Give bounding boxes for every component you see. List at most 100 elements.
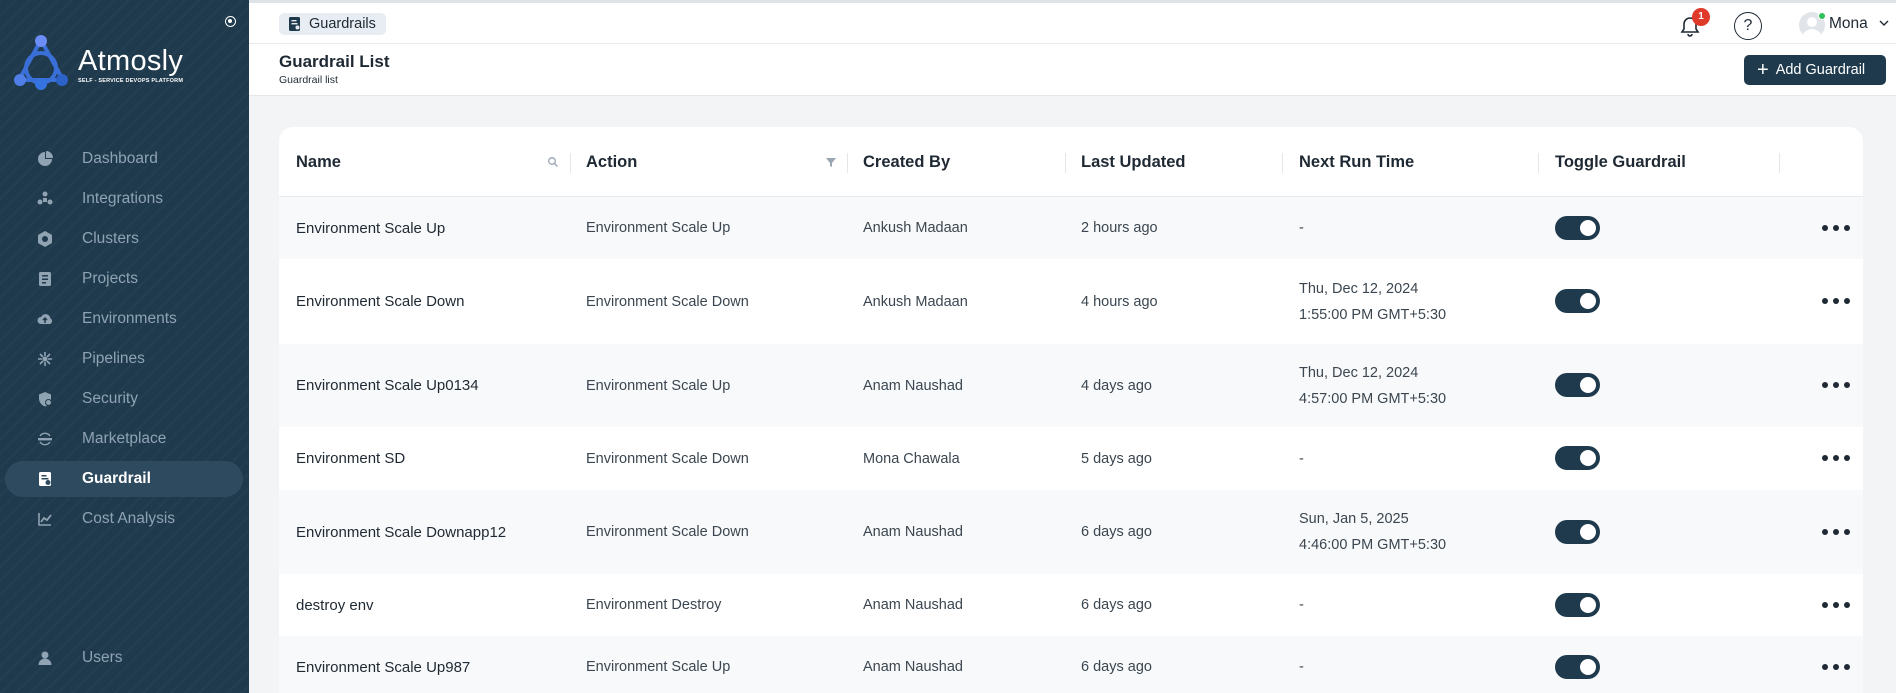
guardrail-toggle[interactable]	[1555, 520, 1600, 544]
cell-created-by: Mona Chawala	[863, 450, 960, 467]
table-row[interactable]: Environment SD Environment Scale Down Mo…	[279, 427, 1863, 490]
cell-last-updated: 6 days ago	[1081, 659, 1152, 675]
projects-icon	[37, 271, 53, 287]
cell-next-run: Sun, Jan 5, 2025 4:46:00 PM GMT+5:30	[1299, 490, 1446, 574]
more-options-icon[interactable]	[1822, 381, 1850, 389]
atmosly-logo-icon	[14, 35, 68, 90]
table-row[interactable]: Environment Scale Downapp12 Environment …	[279, 490, 1863, 574]
cell-created-by: Anam Naushad	[863, 524, 963, 540]
more-options-icon[interactable]	[1822, 663, 1850, 671]
more-options-icon[interactable]	[1822, 528, 1850, 536]
column-divider[interactable]	[1282, 153, 1283, 173]
sidebar-item-dashboard[interactable]: Dashboard	[5, 141, 243, 177]
more-options-icon[interactable]	[1822, 454, 1850, 462]
cell-name[interactable]: Environment Scale Up987	[296, 636, 470, 693]
helm-icon	[37, 431, 53, 447]
cell-name[interactable]: Environment Scale Downapp12	[296, 490, 506, 574]
pin-sidebar-icon[interactable]	[225, 16, 236, 27]
user-name[interactable]: Mona	[1829, 15, 1868, 33]
column-header-name[interactable]: Name	[296, 127, 341, 197]
column-divider[interactable]	[1065, 153, 1066, 173]
sidebar-item-environments[interactable]: Environments	[5, 301, 243, 337]
table-row[interactable]: Environment Scale Down Environment Scale…	[279, 259, 1863, 344]
column-divider[interactable]	[570, 153, 571, 173]
sidebar-item-label: Marketplace	[82, 430, 167, 447]
cell-last-updated: 6 days ago	[1081, 524, 1152, 540]
pipelines-icon	[37, 351, 53, 367]
column-divider[interactable]	[1538, 153, 1539, 173]
table-header: Name Action Created By Last Updated Next…	[279, 127, 1863, 197]
users-icon	[37, 650, 53, 666]
help-button[interactable]: ?	[1734, 12, 1762, 40]
column-header-last-updated[interactable]: Last Updated	[1081, 127, 1186, 197]
more-options-icon[interactable]	[1822, 224, 1850, 232]
guardrail-toggle[interactable]	[1555, 446, 1600, 470]
sidebar-item-label: Pipelines	[82, 350, 145, 367]
search-icon[interactable]	[547, 156, 559, 168]
column-header-next-run-time[interactable]: Next Run Time	[1299, 127, 1414, 197]
shield-icon	[37, 391, 53, 407]
table-row[interactable]: Environment Scale Up0134 Environment Sca…	[279, 344, 1863, 427]
table-row[interactable]: destroy env Environment Destroy Anam Nau…	[279, 574, 1863, 636]
chevron-down-icon[interactable]	[1878, 17, 1890, 29]
sidebar-item-label: Guardrail	[82, 470, 151, 487]
cell-next-run: -	[1299, 220, 1304, 236]
sidebar-item-security[interactable]: Security	[5, 381, 243, 417]
filter-icon[interactable]	[825, 156, 837, 168]
next-run-date: Thu, Dec 12, 2024	[1299, 280, 1419, 297]
breadcrumb-label: Guardrails	[309, 16, 376, 32]
cell-last-updated: 4 days ago	[1081, 377, 1152, 394]
sidebar-item-guardrail[interactable]: Guardrail	[5, 461, 243, 497]
sidebar-item-integrations[interactable]: Integrations	[5, 181, 243, 217]
next-run-time: 4:46:00 PM GMT+5:30	[1299, 537, 1447, 553]
column-header-toggle-guardrail[interactable]: Toggle Guardrail	[1555, 127, 1686, 197]
next-run-date: Sun, Jan 5, 2025	[1299, 511, 1409, 527]
cell-name[interactable]: Environment Scale Up0134	[296, 344, 479, 427]
cell-name[interactable]: destroy env	[296, 574, 374, 636]
guardrail-table: Name Action Created By Last Updated Next…	[279, 127, 1863, 693]
dashboard-icon	[37, 151, 53, 167]
cell-action: Environment Destroy	[586, 597, 722, 613]
add-guardrail-button[interactable]: + Add Guardrail	[1744, 55, 1886, 85]
cell-action: Environment Scale Down	[586, 524, 749, 540]
cost-analysis-icon	[37, 511, 53, 527]
sidebar-item-users[interactable]: Users	[5, 640, 243, 676]
page-header: Guardrail List Guardrail list + Add Guar…	[249, 44, 1896, 96]
guardrail-toggle[interactable]	[1555, 373, 1600, 397]
brand[interactable]: Atmosly SELF - SERVICE DEVOPS PLATFORM	[12, 34, 183, 94]
cell-created-by: Anam Naushad	[863, 659, 963, 675]
guardrail-toggle[interactable]	[1555, 655, 1600, 679]
cell-next-run: Thu, Dec 12, 2024 4:57:00 PM GMT+5:30	[1299, 344, 1446, 427]
table-row[interactable]: Environment Scale Up987 Environment Scal…	[279, 636, 1863, 693]
guardrail-toggle[interactable]	[1555, 593, 1600, 617]
cell-name[interactable]: Environment Scale Up	[296, 197, 445, 259]
sidebar-item-label: Cost Analysis	[82, 510, 176, 527]
brand-text: Atmosly SELF - SERVICE DEVOPS PLATFORM	[78, 45, 183, 84]
more-options-icon[interactable]	[1822, 601, 1850, 609]
sidebar-item-clusters[interactable]: Clusters	[5, 221, 243, 257]
cell-last-updated: 5 days ago	[1081, 450, 1152, 467]
cell-action: Environment Scale Up	[586, 377, 731, 394]
table-row[interactable]: Environment Scale Up Environment Scale U…	[279, 197, 1863, 259]
next-run-time: 4:57:00 PM GMT+5:30	[1299, 390, 1447, 407]
guardrail-icon	[37, 471, 53, 487]
guardrail-toggle[interactable]	[1555, 216, 1600, 240]
guardrail-toggle[interactable]	[1555, 289, 1600, 313]
cell-name[interactable]: Environment SD	[296, 427, 405, 490]
column-header-created-by[interactable]: Created By	[863, 127, 950, 197]
column-divider[interactable]	[1779, 153, 1780, 173]
page-title: Guardrail List	[279, 52, 390, 71]
cell-name[interactable]: Environment Scale Down	[296, 259, 464, 344]
column-divider[interactable]	[847, 153, 848, 173]
plus-icon: +	[1757, 59, 1769, 81]
sidebar-item-pipelines[interactable]: Pipelines	[5, 341, 243, 377]
sidebar-item-marketplace[interactable]: Marketplace	[5, 421, 243, 457]
page-subtitle: Guardrail list	[279, 74, 338, 86]
more-options-icon[interactable]	[1822, 297, 1850, 305]
sidebar-item-projects[interactable]: Projects	[5, 261, 243, 297]
column-header-action[interactable]: Action	[586, 127, 637, 197]
cell-next-run: -	[1299, 597, 1304, 613]
cell-action: Environment Scale Up	[586, 220, 731, 236]
sidebar-item-cost-analysis[interactable]: Cost Analysis	[5, 501, 243, 537]
breadcrumb[interactable]: Guardrails	[279, 13, 386, 35]
